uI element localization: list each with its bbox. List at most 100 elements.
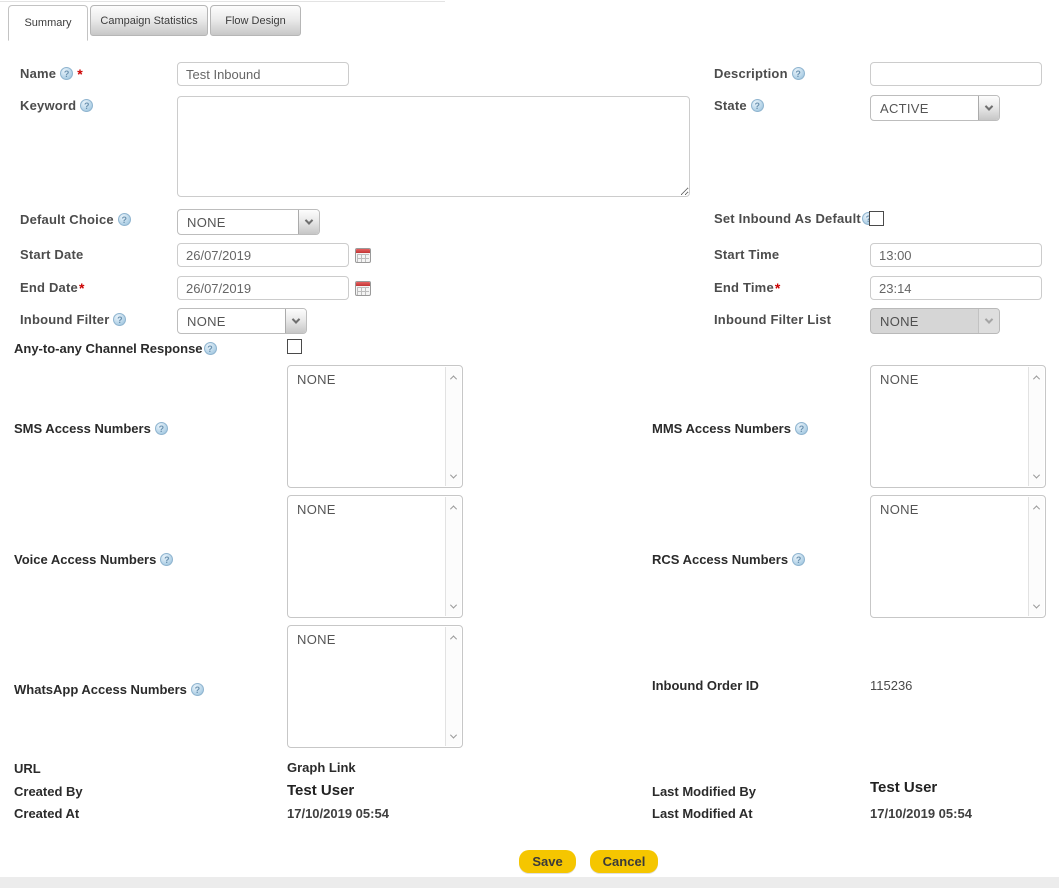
calendar-icon[interactable]	[355, 281, 371, 296]
any-to-any-channel-response-label: Any-to-any Channel Response ?	[14, 341, 217, 356]
tab-campaign-statistics[interactable]: Campaign Statistics	[90, 5, 208, 36]
help-icon[interactable]: ?	[792, 553, 805, 566]
description-label: Description ?	[714, 66, 805, 81]
inbound-order-id-value: 115236	[870, 678, 912, 693]
chevron-down-icon[interactable]	[298, 210, 319, 234]
scrollbar-up-icon[interactable]	[446, 499, 461, 515]
default-choice-label: Default Choice ?	[20, 212, 131, 227]
scrollbar[interactable]	[1028, 367, 1044, 486]
inbound-filter-select[interactable]: NONE	[177, 308, 307, 334]
help-icon[interactable]: ?	[795, 422, 808, 435]
scrollbar-up-icon[interactable]	[446, 629, 461, 645]
help-icon[interactable]: ?	[751, 99, 764, 112]
list-item[interactable]: NONE	[871, 496, 1045, 523]
voice-access-numbers-listbox[interactable]: NONE	[287, 495, 463, 618]
list-item[interactable]: NONE	[288, 626, 462, 653]
cancel-button[interactable]: Cancel	[590, 850, 658, 873]
help-icon[interactable]: ?	[204, 342, 217, 355]
created-at-value: 17/10/2019 05:54	[287, 806, 389, 821]
scrollbar-down-icon[interactable]	[1029, 598, 1044, 614]
name-label: Name ? *	[20, 66, 83, 81]
tab-campaign-statistics-label: Campaign Statistics	[100, 15, 197, 27]
inbound-filter-label: Inbound Filter ?	[20, 312, 126, 327]
tab-flow-design[interactable]: Flow Design	[210, 5, 301, 36]
save-button[interactable]: Save	[519, 850, 576, 873]
help-icon[interactable]: ?	[80, 99, 93, 112]
last-modified-at-value: 17/10/2019 05:54	[870, 806, 972, 821]
inbound-filter-list-select: NONE	[870, 308, 1000, 334]
name-input[interactable]	[177, 62, 349, 86]
scrollbar-up-icon[interactable]	[1029, 369, 1044, 385]
mms-access-numbers-listbox[interactable]: NONE	[870, 365, 1046, 488]
scrollbar-down-icon[interactable]	[446, 598, 461, 614]
whatsapp-access-numbers-listbox[interactable]: NONE	[287, 625, 463, 748]
sms-access-numbers-label: SMS Access Numbers ?	[14, 421, 168, 436]
default-choice-select[interactable]: NONE	[177, 209, 320, 235]
help-icon[interactable]: ?	[792, 67, 805, 80]
url-label: URL	[14, 761, 41, 776]
scrollbar-up-icon[interactable]	[446, 369, 461, 385]
scrollbar[interactable]	[1028, 497, 1044, 616]
whatsapp-access-numbers-label: WhatsApp Access Numbers ?	[14, 682, 204, 697]
keyword-label: Keyword ?	[20, 98, 93, 113]
inbound-order-id-label: Inbound Order ID	[652, 678, 759, 693]
calendar-icon[interactable]	[355, 248, 371, 263]
scrollbar-down-icon[interactable]	[446, 728, 461, 744]
scrollbar-up-icon[interactable]	[1029, 499, 1044, 515]
summary-page: Summary Campaign Statistics Flow Design …	[0, 0, 1059, 888]
start-date-input[interactable]	[177, 243, 349, 267]
scrollbar-down-icon[interactable]	[446, 468, 461, 484]
last-modified-by-label: Last Modified By	[652, 784, 756, 799]
scrollbar-down-icon[interactable]	[1029, 468, 1044, 484]
list-item[interactable]: NONE	[288, 496, 462, 523]
created-at-label: Created At	[14, 806, 79, 821]
any-to-any-channel-response-checkbox[interactable]	[287, 339, 302, 354]
end-date-label: End Date *	[20, 280, 85, 295]
rcs-access-numbers-listbox[interactable]: NONE	[870, 495, 1046, 618]
default-choice-select-value: NONE	[178, 210, 298, 234]
end-date-input[interactable]	[177, 276, 349, 300]
tab-flow-design-label: Flow Design	[225, 15, 286, 27]
created-by-label: Created By	[14, 784, 83, 799]
keyword-textarea[interactable]	[177, 96, 690, 197]
start-time-label: Start Time	[714, 247, 779, 262]
inbound-filter-list-select-value: NONE	[871, 309, 978, 333]
scrollbar[interactable]	[445, 367, 461, 486]
inbound-filter-list-label: Inbound Filter List	[714, 312, 831, 327]
required-asterisk: *	[775, 283, 781, 293]
state-select[interactable]: ACTIVE	[870, 95, 1000, 121]
help-icon[interactable]: ?	[191, 683, 204, 696]
created-by-value: Test User	[287, 782, 354, 799]
footer-bar	[0, 877, 1059, 888]
description-input[interactable]	[870, 62, 1042, 86]
list-item[interactable]: NONE	[871, 366, 1045, 393]
end-time-input[interactable]	[870, 276, 1042, 300]
list-item[interactable]: NONE	[288, 366, 462, 393]
rcs-access-numbers-label: RCS Access Numbers ?	[652, 552, 805, 567]
help-icon[interactable]: ?	[113, 313, 126, 326]
chevron-down-icon	[978, 309, 999, 333]
required-asterisk: *	[77, 69, 83, 79]
help-icon[interactable]: ?	[160, 553, 173, 566]
inbound-filter-select-value: NONE	[178, 309, 285, 333]
tab-summary-label: Summary	[24, 17, 71, 29]
chevron-down-icon[interactable]	[978, 96, 999, 120]
help-icon[interactable]: ?	[155, 422, 168, 435]
chevron-down-icon[interactable]	[285, 309, 306, 333]
voice-access-numbers-label: Voice Access Numbers ?	[14, 552, 173, 567]
graph-link[interactable]: Graph Link	[287, 760, 356, 775]
set-inbound-as-default-checkbox[interactable]	[869, 211, 884, 226]
sms-access-numbers-listbox[interactable]: NONE	[287, 365, 463, 488]
end-time-label: End Time *	[714, 280, 781, 295]
start-date-label: Start Date	[20, 247, 83, 262]
state-label: State ?	[714, 98, 764, 113]
scrollbar[interactable]	[445, 497, 461, 616]
mms-access-numbers-label: MMS Access Numbers ?	[652, 421, 808, 436]
start-time-input[interactable]	[870, 243, 1042, 267]
scrollbar[interactable]	[445, 627, 461, 746]
help-icon[interactable]: ?	[60, 67, 73, 80]
help-icon[interactable]: ?	[118, 213, 131, 226]
last-modified-at-label: Last Modified At	[652, 806, 753, 821]
tab-summary[interactable]: Summary	[8, 5, 88, 41]
required-asterisk: *	[79, 283, 85, 293]
